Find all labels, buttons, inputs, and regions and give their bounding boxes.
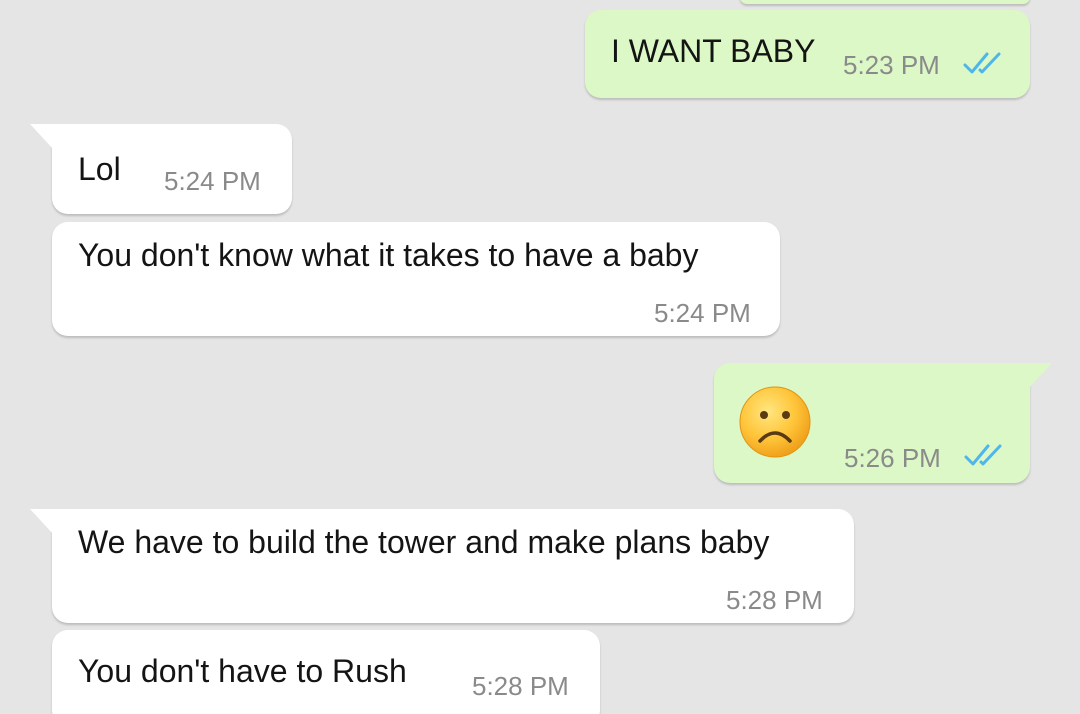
bubble-tail xyxy=(30,124,54,150)
bubble-tail xyxy=(30,509,54,535)
message-timestamp: 5:24 PM xyxy=(654,298,751,328)
message-timestamp: 5:28 PM xyxy=(472,671,569,701)
message-text: We have to build the tower and make plan… xyxy=(78,524,770,560)
message-timestamp: 5:24 PM xyxy=(164,166,261,196)
message-timestamp: 5:28 PM xyxy=(726,585,823,615)
incoming-message-bubble[interactable]: You don't have to Rush 5:28 PM xyxy=(52,630,600,714)
chat-conversation: I WANT BABY 5:23 PM Lol 5:24 PM You don'… xyxy=(0,0,1080,714)
incoming-message-bubble[interactable]: Lol 5:24 PM xyxy=(30,124,292,214)
message-text: I WANT BABY xyxy=(611,33,816,69)
message-timestamp: 5:23 PM xyxy=(843,50,940,80)
message-text: You don't know what it takes to have a b… xyxy=(78,237,699,273)
message-timestamp: 5:26 PM xyxy=(844,443,941,473)
message-text: Lol xyxy=(78,151,121,187)
bubble-tail xyxy=(1028,363,1052,389)
read-receipt-double-check-icon xyxy=(964,444,1002,466)
outgoing-message-bubble[interactable]: 5:26 PM xyxy=(714,363,1052,483)
frowning-face-icon xyxy=(739,386,811,458)
read-receipt-double-check-icon xyxy=(963,52,1001,74)
incoming-message-bubble[interactable]: We have to build the tower and make plan… xyxy=(30,509,854,623)
outgoing-message-bubble[interactable]: I WANT BABY 5:23 PM xyxy=(585,10,1030,98)
message-text: You don't have to Rush xyxy=(78,653,407,689)
previous-message-bubble[interactable] xyxy=(740,0,1030,4)
incoming-message-bubble[interactable]: You don't know what it takes to have a b… xyxy=(52,222,780,336)
